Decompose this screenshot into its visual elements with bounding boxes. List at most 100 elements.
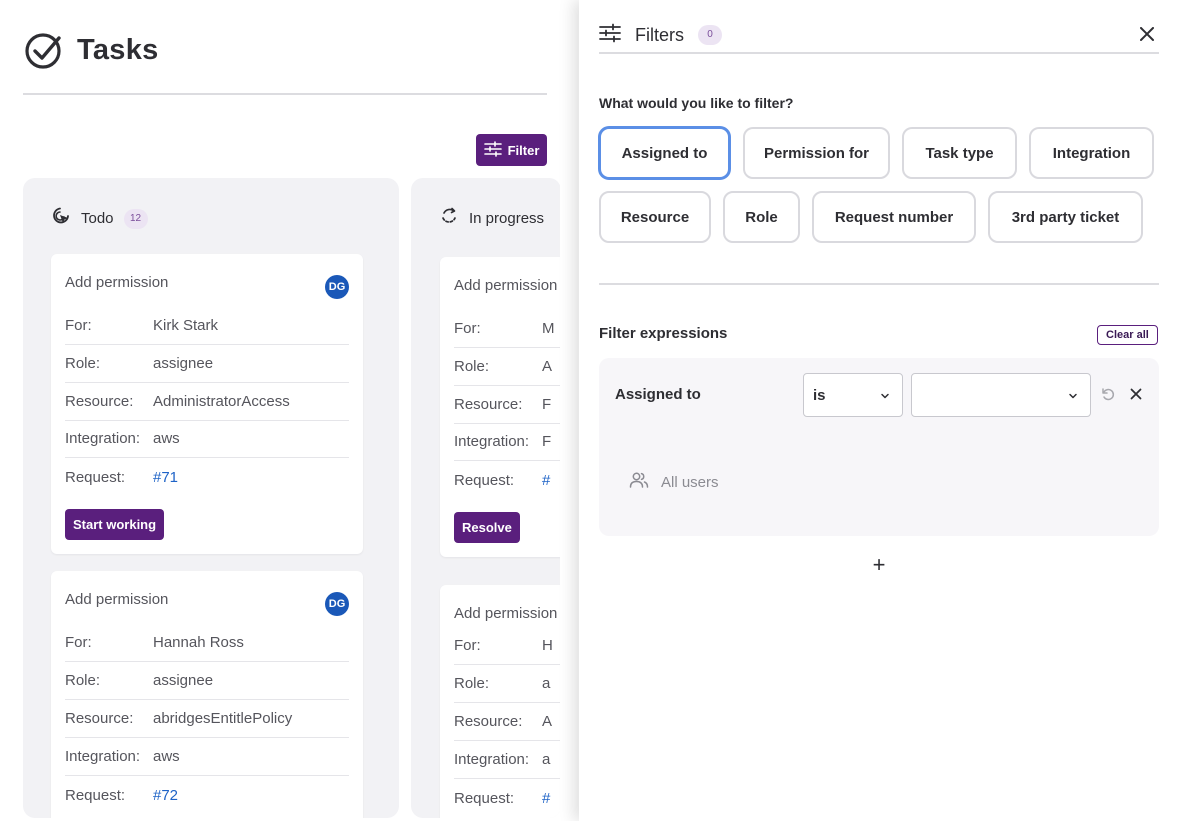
request-link[interactable]: #71	[153, 469, 178, 486]
card-field-row: Resource: abridgesEntitlePolicy	[65, 700, 349, 738]
card-field-row: For: M	[454, 310, 560, 348]
remove-expression-icon[interactable]	[1128, 386, 1144, 402]
field-label: Resource:	[65, 393, 134, 410]
filter-button[interactable]: Filter	[476, 134, 547, 166]
card-field-row: Role: assignee	[65, 662, 349, 700]
card-title: Add permission	[65, 274, 169, 291]
card-field-row: Integration: aws	[65, 738, 349, 776]
resolve-button[interactable]: Resolve	[454, 512, 520, 543]
card-field-row: Request: #	[454, 461, 560, 499]
chip-role[interactable]: Role	[723, 191, 800, 243]
field-label: For:	[454, 320, 481, 337]
card-field-row: Resource: AdministratorAccess	[65, 383, 349, 421]
card-field-row: Role: assignee	[65, 345, 349, 383]
field-value: AdministratorAccess	[153, 393, 290, 410]
field-label: Role:	[454, 358, 490, 375]
page-title: Tasks	[77, 33, 159, 66]
card-field-row: Role: a	[454, 665, 560, 703]
card-field-row: Role: A	[454, 348, 560, 386]
task-card[interactable]: Add permission For: M Role: A Resource: F I…	[440, 257, 560, 557]
filter-button-label: Filter	[507, 142, 540, 158]
avatar[interactable]: DG	[325, 275, 349, 299]
field-label: Integration:	[65, 430, 141, 447]
card-field-row: Integration: a	[454, 741, 560, 779]
chip-resource[interactable]: Resource	[599, 191, 711, 243]
start-working-button[interactable]: Start working	[65, 509, 165, 540]
field-value: H	[542, 637, 553, 654]
clear-all-button[interactable]: Clear all	[1097, 325, 1158, 345]
check-circle-icon	[23, 30, 63, 70]
field-value: assignee	[153, 355, 214, 372]
card-field-row: For: H	[454, 627, 560, 665]
field-value: a	[542, 675, 551, 692]
tasks-page: Tasks Filter Todo 12 Add permission DG F…	[0, 0, 1180, 821]
users-icon	[629, 471, 649, 493]
section-divider	[599, 283, 1159, 285]
chip-3rd-party-ticket[interactable]: 3rd party ticket	[988, 191, 1143, 243]
card-field-row: Request: #71	[65, 458, 349, 496]
close-icon[interactable]	[1135, 22, 1159, 46]
field-label: For:	[65, 317, 92, 334]
request-link[interactable]: #	[542, 472, 550, 489]
field-value: aws	[153, 748, 180, 765]
drawer-header: Filters 0	[599, 18, 1159, 54]
task-card[interactable]: Add permission DG For: Kirk Stark Role: as…	[51, 254, 363, 554]
filter-count-badge: 0	[698, 25, 722, 45]
refresh-icon	[439, 206, 459, 231]
add-expression-button[interactable]: +	[869, 554, 889, 576]
all-users-option[interactable]: All users	[629, 471, 719, 493]
chip-integration[interactable]: Integration	[1029, 127, 1154, 179]
task-card[interactable]: Add permission For: H Role: a Resource: A I…	[440, 585, 560, 818]
field-value: A	[542, 713, 553, 730]
header-divider	[23, 93, 547, 95]
filter-expression: Assigned to is All users	[599, 358, 1159, 536]
field-label: Request:	[454, 789, 515, 807]
field-label: Integration:	[65, 748, 141, 765]
field-label: Request:	[65, 786, 126, 804]
chip-task-type[interactable]: Task type	[902, 127, 1017, 179]
card-field-row: For: Hannah Ross	[65, 624, 349, 662]
field-value: aws	[153, 430, 180, 447]
operator-select[interactable]: is	[803, 373, 903, 417]
task-card[interactable]: Add permission DG For: Hannah Ross Role: a…	[51, 571, 363, 818]
column-title: Todo	[81, 210, 114, 227]
field-label: Integration:	[454, 433, 530, 450]
request-link[interactable]: #72	[153, 787, 178, 804]
column-header: Todo 12	[51, 206, 148, 231]
field-label: Request:	[65, 468, 126, 486]
card-field-row: Request: #	[454, 779, 560, 817]
chip-permission-for[interactable]: Permission for	[743, 127, 890, 179]
field-value: A	[542, 358, 553, 375]
avatar[interactable]: DG	[325, 592, 349, 616]
field-label: Role:	[65, 355, 101, 372]
sliders-icon	[483, 140, 502, 160]
field-label: For:	[454, 637, 481, 654]
filters-drawer: Filters 0 What would you like to filter?…	[579, 0, 1180, 821]
drawer-title: Filters	[635, 24, 684, 45]
card-field-row: For: Kirk Stark	[65, 307, 349, 345]
request-link[interactable]: #	[542, 790, 550, 807]
chip-request-number[interactable]: Request number	[812, 191, 976, 243]
sliders-icon	[599, 23, 621, 48]
field-value: F	[542, 396, 552, 413]
field-label: Request:	[454, 471, 515, 489]
expression-field-label: Assigned to	[615, 386, 701, 403]
field-value: Hannah Ross	[153, 634, 244, 651]
page-header: Tasks	[23, 30, 159, 70]
field-label: Integration:	[454, 751, 530, 768]
count-badge: 12	[123, 208, 148, 229]
column-header: In progress	[439, 206, 544, 231]
field-value: F	[542, 433, 552, 450]
card-title: Add permission	[454, 277, 558, 294]
card-title: Add permission	[65, 591, 169, 608]
field-label: Role:	[65, 672, 101, 689]
value-select[interactable]	[911, 373, 1091, 417]
chevron-down-icon	[1068, 388, 1078, 405]
card-field-row: Resource: F	[454, 386, 560, 424]
field-label: Resource:	[454, 396, 523, 413]
undo-icon[interactable]	[1100, 386, 1116, 402]
operator-value: is	[813, 386, 826, 404]
chip-assigned-to[interactable]: Assigned to	[599, 127, 730, 179]
field-label: Role:	[454, 675, 490, 692]
column-in-progress: In progress Add permission For: M Role: A …	[411, 178, 560, 818]
